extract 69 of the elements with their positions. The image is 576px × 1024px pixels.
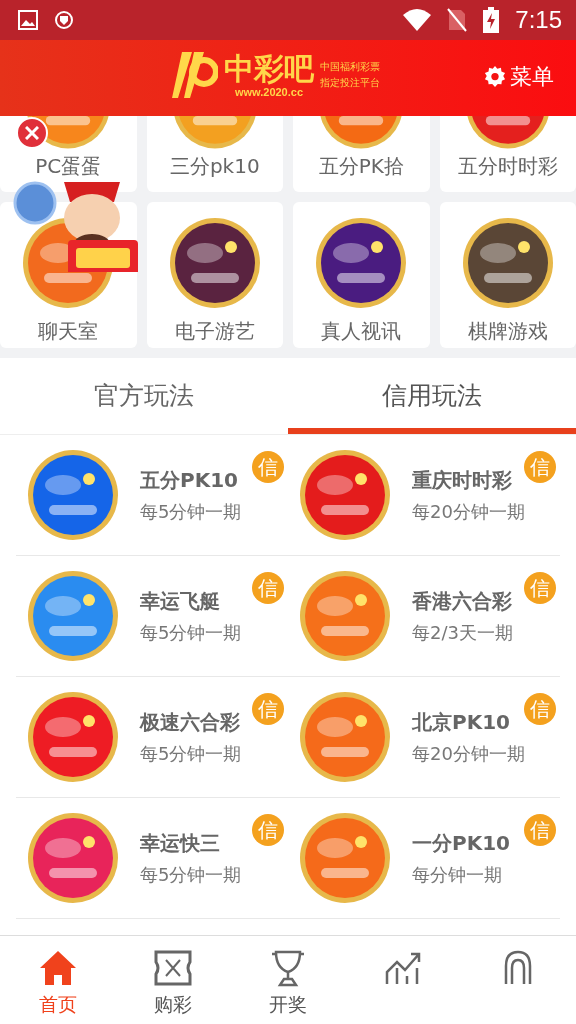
- lottery-item[interactable]: 北京PK10 每20分钟一期 信: [288, 677, 560, 798]
- lottery-name: 幸运飞艇: [140, 587, 221, 615]
- nav-label: 购彩: [153, 992, 192, 1017]
- settings-icon: [484, 66, 506, 88]
- floating-ball-icon[interactable]: [12, 180, 58, 226]
- lottery-item[interactable]: 一分PK10 每分钟一期 信: [288, 798, 560, 919]
- lottery-name: 一分PK10: [412, 829, 510, 857]
- game-label: 五分PK拾: [318, 153, 404, 180]
- lottery-item[interactable]: 幸运飞艇 每5分钟一期 信: [16, 556, 288, 677]
- close-icon: [25, 126, 39, 140]
- logo-icon: [172, 50, 218, 100]
- lottery-period: 每分钟一期: [412, 862, 503, 887]
- lottery-name: 幸运快三: [140, 829, 221, 857]
- credit-badge: 信: [524, 451, 556, 483]
- game-label: 电子游艺: [174, 318, 255, 345]
- lottery-item[interactable]: 五分PK10 每5分钟一期 信: [16, 435, 288, 556]
- game-card[interactable]: 真人视讯: [293, 202, 430, 348]
- lottery-period: 每5分钟一期: [140, 620, 242, 645]
- game-card[interactable]: 五分PK拾: [293, 116, 430, 192]
- lottery-item[interactable]: 极速六合彩 每5分钟一期 信: [16, 677, 288, 798]
- credit-badge: 信: [524, 572, 556, 604]
- game-label: 棋牌游戏: [467, 318, 548, 345]
- tab[interactable]: 信用玩法: [288, 358, 576, 434]
- slogan-text: 指定投注平台: [320, 76, 380, 90]
- game-card[interactable]: 电子游艺: [146, 202, 283, 348]
- credit-badge: 信: [252, 451, 284, 483]
- lottery-item[interactable]: 香港六合彩 每2/3天一期 信: [288, 556, 560, 677]
- menu-button[interactable]: 菜单: [484, 62, 554, 92]
- game-card[interactable]: 棋牌游戏: [439, 202, 576, 348]
- logo-url: www.2020.cc: [234, 86, 304, 98]
- lottery-period: 每5分钟一期: [140, 862, 242, 887]
- credit-badge: 信: [524, 814, 556, 846]
- nav-label: 首页: [38, 992, 77, 1017]
- lottery-name: 香港六合彩: [412, 587, 513, 615]
- lottery-name: 北京PK10: [412, 708, 511, 736]
- tab[interactable]: 官方玩法: [0, 358, 288, 434]
- credit-badge: 信: [252, 693, 284, 725]
- lottery-name: 五分PK10: [140, 466, 239, 494]
- game-label: 五分时时彩: [457, 153, 558, 180]
- logo-text: 中彩吧: [224, 52, 314, 86]
- game-label: 真人视讯: [321, 318, 402, 345]
- battery-icon: [483, 7, 500, 33]
- lottery-period: 每2/3天一期: [412, 620, 513, 645]
- image-icon: [18, 10, 38, 30]
- lottery-period: 每20分钟一期: [412, 499, 525, 524]
- game-label: 三分pk10: [169, 153, 260, 180]
- lottery-period: 每20分钟一期: [412, 741, 525, 766]
- no-sim-icon: [447, 8, 468, 32]
- nav-label: 开奖: [269, 992, 307, 1017]
- lottery-period: 每5分钟一期: [140, 499, 242, 524]
- slogan-text: 中国福利彩票: [320, 60, 380, 74]
- credit-badge: 信: [524, 693, 556, 725]
- shield-icon: [54, 10, 74, 30]
- status-time: 7:15: [515, 6, 562, 34]
- credit-badge: 信: [252, 572, 284, 604]
- lottery-period: 每5分钟一期: [140, 741, 242, 766]
- nav-item[interactable]: 首页: [0, 936, 116, 1024]
- lottery-item[interactable]: 幸运快三 每5分钟一期 信: [16, 798, 288, 919]
- lottery-name: 极速六合彩: [140, 708, 241, 736]
- game-card[interactable]: 五分时时彩: [439, 116, 576, 192]
- wifi-icon: [403, 9, 432, 31]
- game-label: PC蛋蛋: [35, 153, 102, 180]
- game-card[interactable]: 三分pk10: [146, 116, 283, 192]
- nav-item[interactable]: 开奖: [230, 936, 346, 1024]
- lottery-item[interactable]: 重庆时时彩 每20分钟一期 信: [288, 435, 560, 556]
- nav-item[interactable]: 购彩: [115, 936, 231, 1024]
- lottery-name: 重庆时时彩: [412, 466, 513, 494]
- game-label: 聊天室: [38, 318, 99, 345]
- credit-badge: 信: [252, 814, 284, 846]
